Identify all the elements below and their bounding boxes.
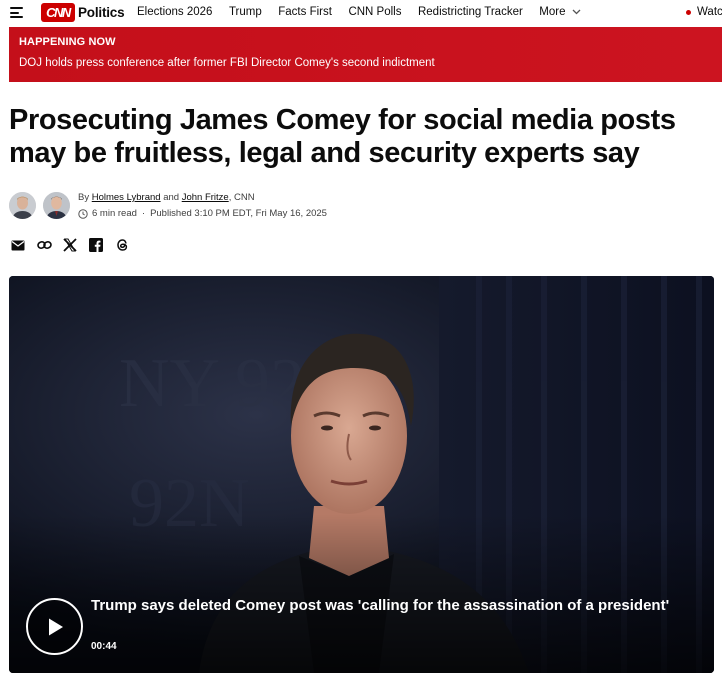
menu-icon[interactable] (10, 7, 23, 18)
facebook-icon[interactable] (88, 237, 104, 253)
share-bar (10, 237, 140, 253)
cnn-politics-logo[interactable]: CNN Politics (41, 3, 125, 22)
byline: By Holmes Lybrand and John Fritze, CNN (78, 192, 255, 203)
x-icon[interactable] (62, 237, 78, 253)
byline-and: and (163, 192, 180, 203)
nav-link-facts-first[interactable]: Facts First (278, 6, 332, 18)
nav-links: Elections 2026 Trump Facts First CNN Pol… (137, 6, 597, 18)
byline-meta: 6 min read · Published 3:10 PM EDT, Fri … (78, 208, 327, 219)
watch-link[interactable]: Watch (686, 6, 722, 18)
video-duration: 00:44 (91, 641, 117, 652)
author-link-1[interactable]: Holmes Lybrand (92, 192, 161, 203)
top-nav: CNN Politics Elections 2026 Trump Facts … (0, 0, 722, 26)
meta-separator: · (141, 208, 146, 219)
published-timestamp: Published 3:10 PM EDT, Fri May 16, 2025 (150, 208, 327, 219)
section-name: Politics (78, 5, 125, 20)
chevron-down-icon (572, 9, 580, 15)
nav-link-trump[interactable]: Trump (229, 6, 262, 18)
read-time: 6 min read (92, 208, 137, 219)
email-icon[interactable] (10, 237, 26, 253)
banner-kicker: HAPPENING NOW (19, 36, 116, 48)
play-button[interactable] (26, 598, 83, 655)
byline-prefix: By (78, 192, 90, 203)
video-title[interactable]: Trump says deleted Comey post was 'calli… (91, 596, 691, 616)
author-avatars (9, 192, 77, 219)
happening-now-banner[interactable]: HAPPENING NOW DOJ holds press conference… (9, 27, 722, 82)
nav-more-button[interactable]: More (539, 6, 580, 18)
play-icon (48, 618, 63, 635)
nav-link-cnn-polls[interactable]: CNN Polls (348, 6, 401, 18)
avatar[interactable] (43, 192, 70, 219)
clock-icon (78, 208, 88, 219)
cnn-logo: CNN (41, 3, 75, 22)
nav-more-label: More (539, 6, 566, 18)
watch-label: Watch (697, 6, 722, 18)
avatar[interactable] (9, 192, 36, 219)
threads-icon[interactable] (114, 237, 130, 253)
nav-link-elections-2026[interactable]: Elections 2026 (137, 6, 212, 18)
live-dot-icon (686, 9, 691, 15)
link-icon[interactable] (36, 237, 52, 253)
banner-text: DOJ holds press conference after former … (19, 57, 435, 69)
nav-link-redistricting-tracker[interactable]: Redistricting Tracker (418, 6, 523, 18)
video-player[interactable]: NY 92 92N Trump says deleted Comey post … (9, 276, 714, 673)
author-link-2[interactable]: John Fritze (182, 192, 229, 203)
article-headline: Prosecuting James Comey for social media… (9, 104, 676, 169)
byline-suffix: , CNN (228, 192, 255, 203)
